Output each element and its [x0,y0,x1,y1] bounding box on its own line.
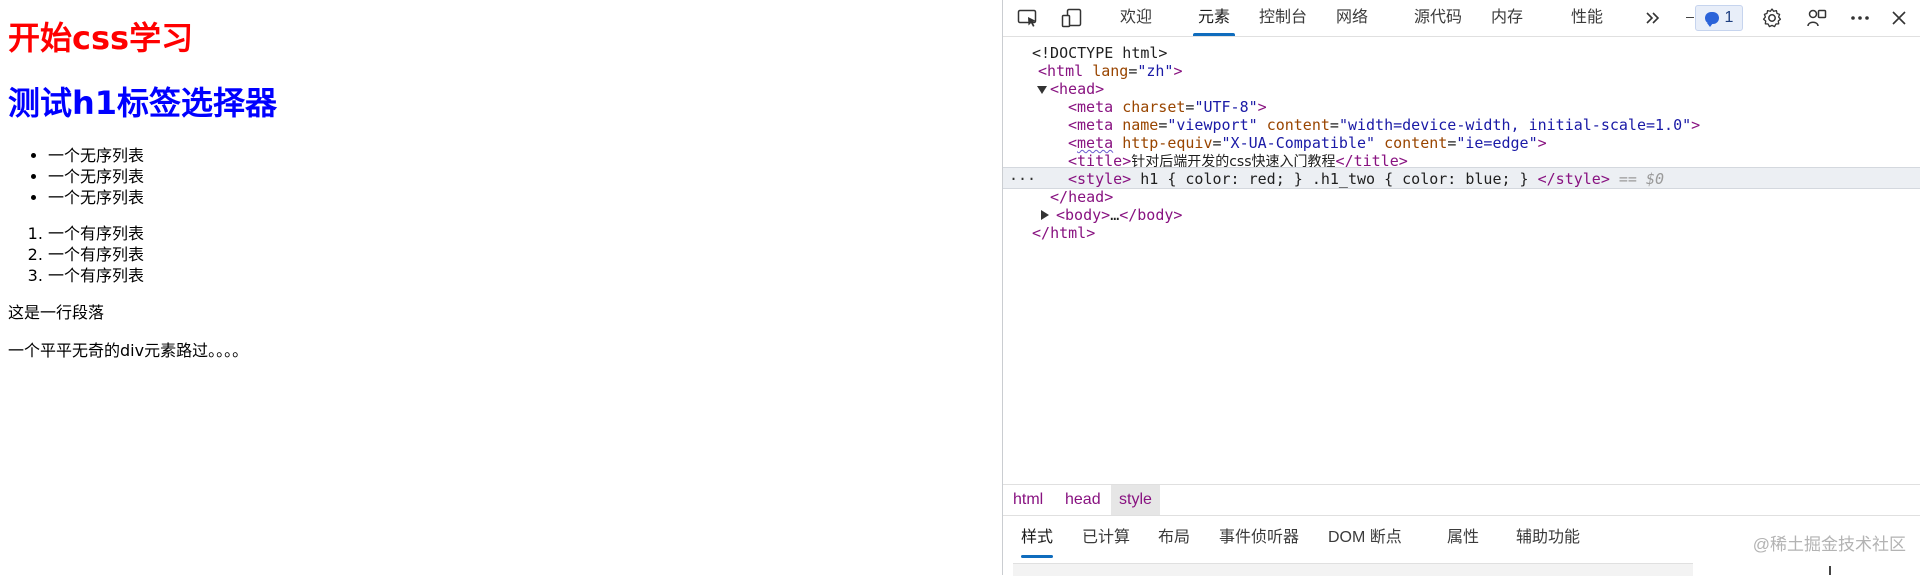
tab-styles[interactable]: 样式 [1021,516,1054,560]
dom-node-html-close[interactable]: </html> [1003,222,1920,244]
tab-network[interactable]: 网络 [1323,0,1381,36]
list-item: 一个有序列表 [48,244,144,265]
page-heading-primary: 开始css学习 [8,19,194,57]
expand-triangle-icon[interactable] [1041,210,1049,220]
ordered-list: 一个有序列表 一个有序列表 一个有序列表 [48,223,144,286]
breadcrumb-html[interactable]: html [1005,485,1051,515]
more-options-icon[interactable] [1847,6,1873,30]
tab-memory[interactable]: 内存 [1479,0,1535,36]
inspect-element-icon[interactable] [1015,6,1041,30]
collapse-triangle-icon[interactable] [1037,86,1047,94]
more-tabs-icon[interactable] [1640,6,1666,30]
tab-accessibility[interactable]: 辅助功能 [1516,516,1580,560]
list-item: 一个无序列表 [48,145,144,166]
breadcrumb: html head style [1003,484,1920,516]
html-close-tag: </html> [1032,224,1096,242]
list-item: 一个无序列表 [48,187,144,208]
dom-tree: <!DOCTYPE html> <html lang="zh"> <head> … [1003,37,1920,484]
issues-icon [1704,12,1719,27]
list-item: 一个有序列表 [48,265,144,286]
tab-layout[interactable]: 布局 [1158,516,1190,560]
device-emulation-icon[interactable] [1059,6,1085,30]
tab-properties[interactable]: 属性 [1447,516,1479,560]
divider [1686,17,1694,18]
list-item: 一个无序列表 [48,166,144,187]
settings-icon[interactable] [1759,6,1785,30]
close-icon[interactable] [1886,6,1912,30]
breadcrumb-style[interactable]: style [1111,485,1160,515]
issues-button[interactable]: 1 [1695,5,1743,31]
tab-event-listeners[interactable]: 事件侦听器 [1219,516,1299,560]
unordered-list: 一个无序列表 一个无序列表 一个无序列表 [48,145,144,208]
paragraph-text: 这是一行段落 [8,303,105,322]
tab-welcome[interactable]: 欢迎 [1106,0,1166,36]
list-item: 一个有序列表 [48,223,144,244]
customize-icon[interactable] [1804,6,1830,30]
devtools-toolbar: 欢迎 元素 控制台 网络 源代码 内存 性能 1 [1003,0,1920,37]
styles-filter-input[interactable] [1013,563,1693,576]
tab-computed[interactable]: 已计算 [1082,516,1130,560]
rendered-page: 开始css学习 测试h1标签选择器 一个无序列表 一个无序列表 一个无序列表 一… [0,0,1002,575]
watermark-text: @稀土掘金技术社区 [1752,535,1906,554]
tab-performance[interactable]: 性能 [1559,0,1615,36]
tab-sources[interactable]: 源代码 [1401,0,1475,36]
issues-count: 1 [1724,9,1734,26]
tab-console[interactable]: 控制台 [1247,0,1319,36]
devtools-panel: 欢迎 元素 控制台 网络 源代码 内存 性能 1 <!DOCTYPE html>… [1002,0,1920,576]
text-caret [1829,566,1831,575]
tab-dom-breakpoints[interactable]: DOM 断点 [1328,516,1402,560]
page-heading-secondary: 测试h1标签选择器 [8,84,278,122]
breadcrumb-head[interactable]: head [1057,485,1109,515]
tab-elements[interactable]: 元素 [1189,0,1239,36]
div-text: 一个平平无奇的div元素路过。。。。 [8,341,249,360]
